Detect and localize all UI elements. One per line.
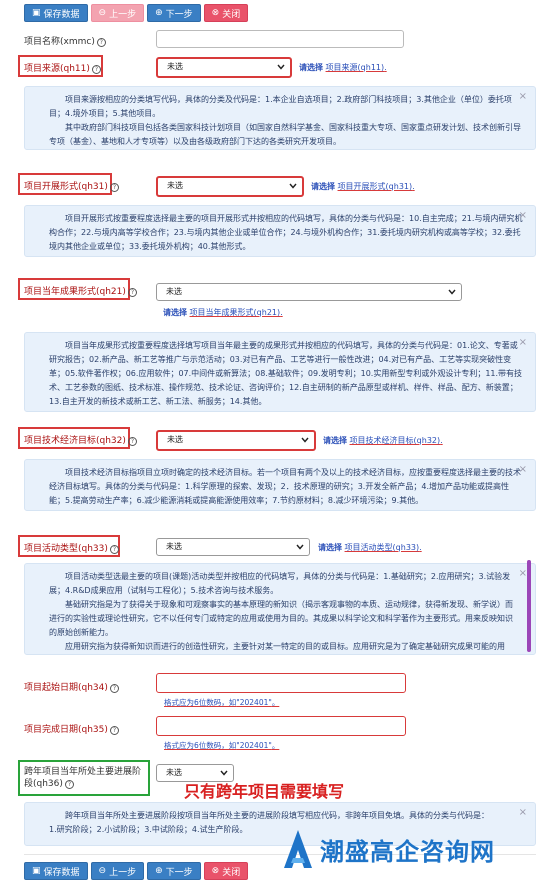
help-icon[interactable]: ?	[109, 183, 119, 192]
qh21-hint: 请选择 项目当年成果形式(qh21).	[163, 308, 283, 317]
close-circle-icon: ⊗	[211, 865, 220, 876]
close-button[interactable]: ⊗ 关闭	[203, 4, 249, 22]
field-label-qh21: 项目当年成果形式(qh21)?	[24, 284, 137, 297]
prev-button[interactable]: ⊖ 上一步	[90, 862, 145, 880]
watermark-logo-icon	[284, 830, 312, 868]
close-circle-icon: ⊗	[211, 7, 220, 18]
qh32-select[interactable]: 未选	[156, 430, 316, 451]
field-label-qh32: 项目技术经济目标(qh32)?	[24, 433, 137, 446]
chevron-down-icon	[220, 770, 228, 776]
help-icon[interactable]: ?	[109, 545, 119, 554]
close-icon[interactable]: ×	[519, 463, 527, 477]
qh35-format-warning: 格式应为6位数码，如"202401"。	[164, 741, 280, 750]
help-scrollbar[interactable]	[527, 560, 531, 652]
chevron-down-icon	[277, 64, 285, 70]
help-icon[interactable]: ?	[91, 65, 101, 74]
chevron-down-icon	[296, 544, 304, 550]
qh36-annotation: 只有跨年项目需要填写	[184, 782, 345, 801]
close-icon[interactable]: ×	[519, 209, 527, 223]
help-box-qh21: × 项目当年成果形式按重要程度选择填写项目当年最主要的成果形式并按相应的代码填写…	[24, 332, 536, 412]
project-name-input[interactable]	[156, 30, 404, 48]
qh33-select[interactable]: 未选	[156, 538, 310, 556]
arrow-left-circle-icon: ⊖	[98, 7, 107, 18]
qh34-format-warning: 格式应为6位数码，如"202401"。	[164, 698, 280, 707]
help-box-qh11: × 项目来源按相应的分类填写代码，具体的分类及代码是：1.本企业自选项目；2.政…	[24, 86, 536, 150]
help-icon[interactable]: ?	[127, 288, 137, 297]
arrow-left-circle-icon: ⊖	[98, 865, 107, 876]
field-label-qh11: 项目来源(qh11)?	[24, 61, 101, 74]
save-button[interactable]: ▣ 保存数据	[24, 4, 88, 22]
close-icon[interactable]: ×	[519, 567, 527, 581]
help-icon[interactable]: ?	[96, 38, 106, 47]
arrow-right-circle-icon: ⊕	[155, 7, 163, 18]
chevron-down-icon	[301, 437, 309, 443]
qh35-input[interactable]	[156, 716, 406, 736]
prev-button[interactable]: ⊖ 上一步	[90, 4, 145, 22]
field-label-qh34: 项目起始日期(qh34)?	[24, 680, 119, 693]
qh11-select[interactable]: 未选	[156, 57, 292, 78]
save-button[interactable]: ▣ 保存数据	[24, 862, 88, 880]
field-label-qh35: 项目完成日期(qh35)?	[24, 722, 119, 735]
top-toolbar: ▣ 保存数据 ⊖ 上一步 ⊕ 下一步 ⊗ 关闭	[24, 4, 249, 22]
field-label-qh31: 项目开展形式(qh31)?	[24, 179, 119, 192]
field-label-qh36: 跨年项目当年所处主要进展阶 段(qh36)?	[24, 767, 142, 789]
help-box-qh32: × 项目技术经济目标指项目立项时确定的技术经济目标。若一个项目有两个及以上的技术…	[24, 459, 536, 511]
help-box-qh33: × 项目活动类型选最主要的项目(课题)活动类型并按相应的代码填写，具体的分类与代…	[24, 563, 536, 655]
chevron-down-icon	[448, 289, 456, 295]
chevron-down-icon	[289, 183, 297, 189]
close-button[interactable]: ⊗ 关闭	[203, 862, 249, 880]
arrow-right-circle-icon: ⊕	[155, 865, 163, 876]
field-label-xmmc: 项目名称(xmmc)?	[24, 34, 106, 47]
next-button[interactable]: ⊕ 下一步	[147, 862, 201, 880]
qh32-hint: 请选择 项目技术经济目标(qh32).	[323, 436, 443, 445]
qh11-hint: 请选择 项目来源(qh11).	[299, 63, 387, 72]
help-icon[interactable]: ?	[64, 780, 74, 789]
help-icon[interactable]: ?	[109, 726, 119, 735]
save-icon: ▣	[32, 7, 41, 18]
close-icon[interactable]: ×	[519, 336, 527, 350]
help-icon[interactable]: ?	[109, 684, 119, 693]
help-icon[interactable]: ?	[127, 437, 137, 446]
close-icon[interactable]: ×	[519, 806, 527, 820]
qh33-hint: 请选择 项目活动类型(qh33).	[318, 543, 422, 552]
qh31-hint: 请选择 项目开展形式(qh31).	[311, 182, 415, 191]
next-button[interactable]: ⊕ 下一步	[147, 4, 201, 22]
qh34-input[interactable]	[156, 673, 406, 693]
close-icon[interactable]: ×	[519, 90, 527, 104]
bottom-toolbar: ▣ 保存数据 ⊖ 上一步 ⊕ 下一步 ⊗ 关闭	[24, 862, 249, 880]
field-label-qh33: 项目活动类型(qh33)?	[24, 541, 119, 554]
qh31-select[interactable]: 未选	[156, 176, 304, 197]
save-icon: ▣	[32, 865, 41, 876]
help-box-qh31: × 项目开展形式按重要程度选择最主要的项目开展形式并按相应的代码填写，具体的分类…	[24, 205, 536, 257]
qh21-select[interactable]: 未选	[156, 283, 462, 301]
watermark: 潮盛高企咨询网	[284, 830, 495, 868]
